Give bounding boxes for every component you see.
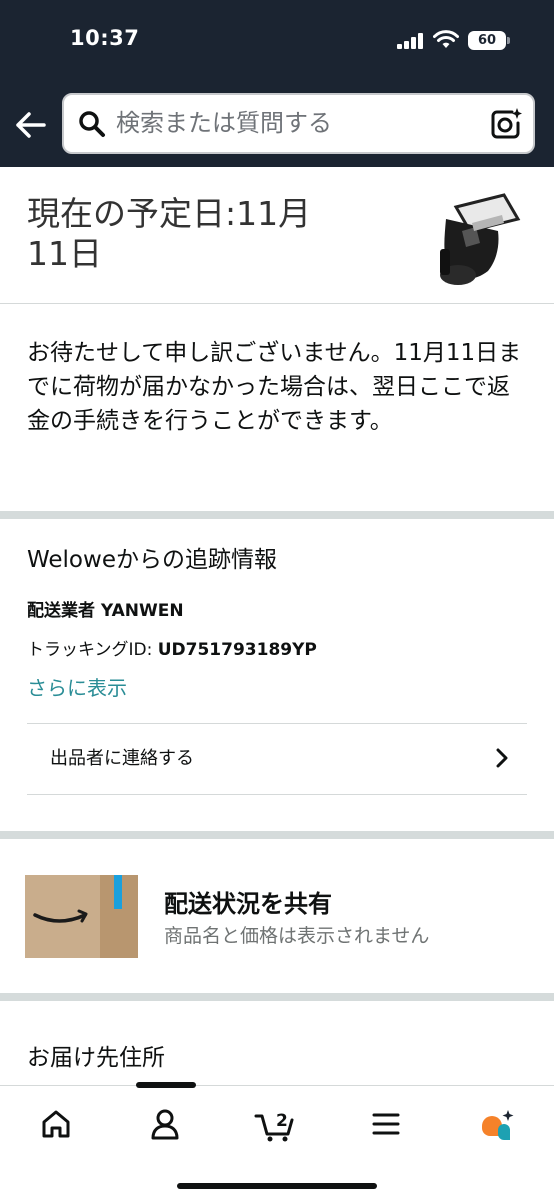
active-tab-indicator bbox=[136, 1082, 196, 1088]
cart-count: 2 bbox=[276, 1111, 288, 1131]
rufus-icon[interactable] bbox=[476, 1104, 516, 1144]
contact-seller-label: 出品者に連絡する bbox=[50, 748, 194, 769]
show-more-link[interactable]: さらに表示 bbox=[27, 672, 127, 701]
amazon-box-icon[interactable] bbox=[25, 875, 138, 958]
row-divider bbox=[27, 794, 527, 795]
tracking-id-label: トラッキングID: bbox=[27, 640, 158, 660]
search-icon bbox=[79, 111, 105, 137]
delivery-address-heading: お届け先住所 bbox=[27, 1045, 165, 1071]
tracking-heading: Weloweからの追跡情報 bbox=[27, 547, 277, 573]
contact-seller-row[interactable]: 出品者に連絡する bbox=[27, 724, 527, 794]
search-bar[interactable] bbox=[62, 93, 535, 154]
search-input[interactable] bbox=[116, 103, 476, 143]
section-divider bbox=[0, 511, 554, 519]
home-icon[interactable] bbox=[36, 1104, 76, 1144]
bottom-nav: 2 bbox=[0, 1082, 554, 1201]
chevron-right-icon bbox=[496, 748, 508, 768]
cellular-signal-icon bbox=[397, 33, 423, 49]
app-header: 10:37 60 bbox=[0, 0, 554, 167]
battery-tip bbox=[507, 37, 510, 44]
section-divider bbox=[0, 831, 554, 839]
carrier-name: 配送業者 YANWEN bbox=[27, 601, 184, 621]
status-time: 10:37 bbox=[70, 26, 140, 50]
product-image[interactable] bbox=[418, 183, 528, 293]
account-icon[interactable] bbox=[145, 1104, 185, 1144]
delivery-date-title: 現在の予定日:11月11日 bbox=[27, 194, 312, 273]
share-status-title[interactable]: 配送状況を共有 bbox=[164, 884, 332, 919]
delivery-estimate-section: 現在の予定日:11月11日 bbox=[0, 167, 554, 304]
wifi-icon bbox=[433, 30, 459, 48]
cart-icon[interactable]: 2 bbox=[254, 1104, 300, 1144]
tracking-id: トラッキングID: UD751793189YP bbox=[27, 635, 317, 660]
section-divider bbox=[0, 993, 554, 1001]
menu-icon[interactable] bbox=[366, 1104, 406, 1144]
tracking-id-value: UD751793189YP bbox=[157, 640, 317, 660]
home-indicator bbox=[177, 1183, 377, 1189]
share-status-subtitle: 商品名と価格は表示されません bbox=[164, 925, 430, 947]
refund-notice-text: お待たせして申し訳ございません。11月11日までに荷物が届かなかった場合は、翌日… bbox=[27, 340, 522, 434]
battery-level: 60 bbox=[468, 31, 506, 50]
camera-lens-icon[interactable] bbox=[489, 107, 523, 141]
back-arrow-icon[interactable] bbox=[12, 108, 50, 142]
